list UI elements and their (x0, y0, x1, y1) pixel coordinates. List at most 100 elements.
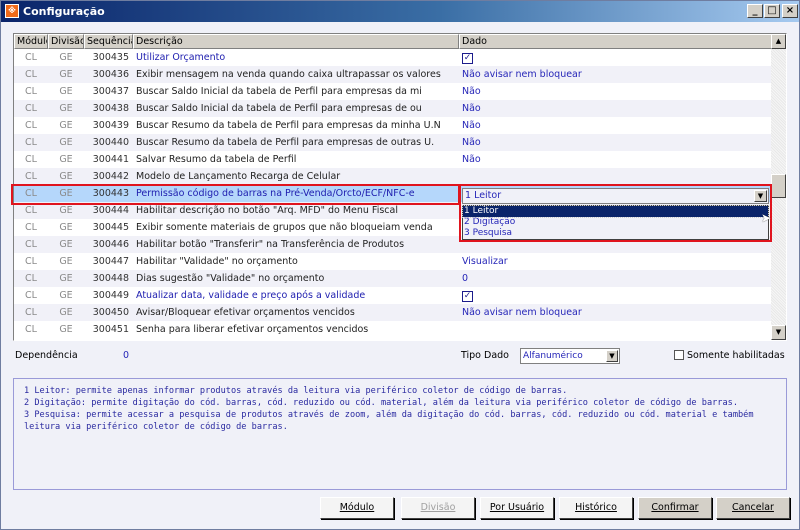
dado-cell: Não avisar nem bloquear (462, 69, 582, 80)
tipo-dado-select[interactable]: Alfanumérico ▼ (520, 348, 620, 364)
description-memo[interactable]: 1 Leitor: permite apenas informar produt… (13, 378, 787, 490)
scroll-thumb[interactable] (771, 174, 786, 198)
table-row[interactable]: CL GE 300449 Atualizar data, validade e pre… (14, 287, 772, 304)
sequencia-cell: 300435 (92, 52, 129, 63)
dado-cell: Não (462, 103, 481, 114)
table-row[interactable]: CL GE 300437 Buscar Saldo Inicial da tabela… (14, 83, 772, 100)
dado-cell: 0 (462, 273, 469, 284)
divisao-cell: GE (59, 171, 73, 182)
configuracao-window: ※ Configuração _ □ × Módulo Divisão Sequ… (0, 0, 800, 530)
descricao-cell: Buscar Saldo Inicial da tabela de Perfil… (136, 103, 422, 114)
table-row[interactable]: CL GE 300448 Dias sugestão "Validade" no or… (14, 270, 772, 287)
modulo-cell: CL (25, 307, 37, 318)
sequencia-cell: 300437 (92, 86, 129, 97)
divisao-cell: GE (59, 137, 73, 148)
modulo-cell: CL (25, 52, 37, 63)
mouse-cursor-icon: ➤ (761, 211, 772, 225)
divisao-cell: GE (59, 256, 73, 267)
table-row[interactable]: CL GE 300441 Salvar Resumo da tabela de Per… (14, 151, 772, 168)
dado-cell: Não (462, 86, 481, 97)
historico-button[interactable]: Histórico (559, 497, 633, 519)
sequencia-cell: 300438 (92, 103, 129, 114)
col-header-dado[interactable]: Dado (459, 34, 772, 49)
tipo-dado-value: Alfanumérico (523, 351, 583, 361)
modulo-cell: CL (25, 273, 37, 284)
col-header-divisao[interactable]: Divisão (48, 34, 84, 49)
minimize-button[interactable]: _ (747, 4, 763, 18)
app-icon: ※ (5, 4, 19, 18)
divisao-cell: GE (59, 290, 73, 301)
dado-cell: ✓ (459, 290, 772, 302)
col-header-descricao[interactable]: Descrição (133, 34, 459, 49)
modulo-button[interactable]: Módulo (320, 497, 394, 519)
sequencia-cell: 300439 (92, 120, 129, 131)
descricao-cell: Atualizar data, validade e preço após a … (136, 290, 366, 301)
modulo-cell: CL (25, 290, 37, 301)
descricao-cell: Exibir mensagem na venda quando caixa ul… (136, 69, 441, 80)
divisao-cell: GE (59, 86, 73, 97)
divisao-cell: GE (59, 69, 73, 80)
close-button[interactable]: × (782, 4, 798, 18)
somente-habilitadas-label: Somente habilitadas (687, 350, 785, 361)
confirmar-button[interactable]: Confirmar (638, 497, 712, 519)
dado-cell: ✓ (459, 52, 772, 64)
divisao-cell: GE (59, 120, 73, 131)
modulo-cell: CL (25, 103, 37, 114)
dependencia-value: 0 (123, 350, 130, 361)
descricao-cell: Dias sugestão "Validade" no orçamento (136, 273, 325, 284)
maximize-button[interactable]: □ (764, 4, 780, 18)
chevron-down-icon[interactable]: ▼ (606, 350, 618, 362)
table-row[interactable]: CL GE 300442 Modelo de Lançamento Recarga d… (14, 168, 772, 185)
descricao-cell: Exibir somente materiais de grupos que n… (136, 222, 433, 233)
descricao-cell: Habilitar botão "Transferir" na Transfer… (136, 239, 405, 250)
descricao-cell: Buscar Resumo da tabela de Perfil para e… (136, 137, 435, 148)
divisao-button[interactable]: Divisão (401, 497, 475, 519)
memo-line: 3 Pesquisa: permite acessar a pesquisa d… (24, 410, 759, 432)
descricao-cell: Buscar Saldo Inicial da tabela de Perfil… (136, 86, 422, 97)
dado-cell: Não (462, 154, 481, 165)
descricao-cell: Modelo de Lançamento Recarga de Celular (136, 171, 341, 182)
table-row[interactable]: CL GE 300447 Habilitar "Validade" no orçame… (14, 253, 772, 270)
sequencia-cell: 300451 (92, 324, 129, 335)
dependencia-label: Dependência (15, 350, 78, 361)
scroll-down-icon[interactable]: ▼ (771, 325, 786, 340)
col-header-modulo[interactable]: Módulo (14, 34, 48, 49)
cancelar-button[interactable]: Cancelar (716, 497, 790, 519)
checkbox-checked-icon[interactable]: ✓ (462, 52, 473, 64)
modulo-cell: CL (25, 137, 37, 148)
dado-cell: Não (462, 137, 481, 148)
scroll-up-icon[interactable]: ▲ (771, 34, 786, 49)
divisao-cell: GE (59, 103, 73, 114)
modulo-cell: CL (25, 120, 37, 131)
divisao-cell: GE (59, 222, 73, 233)
descricao-cell: Buscar Resumo da tabela de Perfil para e… (136, 120, 441, 131)
divisao-cell: GE (59, 239, 73, 250)
table-row[interactable]: CL GE 300451 Senha para liberar efetivar or… (14, 321, 772, 338)
somente-habilitadas-checkbox[interactable] (674, 350, 684, 360)
por-usuario-button[interactable]: Por Usuário (480, 497, 554, 519)
table-row[interactable]: CL GE 300440 Buscar Resumo da tabela de Per… (14, 134, 772, 151)
descricao-cell: Senha para liberar efetivar orçamentos v… (136, 324, 369, 335)
descricao-cell: Utilizar Orçamento (136, 52, 226, 63)
col-header-sequencia[interactable]: Sequência (84, 34, 133, 49)
modulo-cell: CL (25, 205, 37, 216)
dado-cell: Não avisar nem bloquear (462, 307, 582, 318)
divisao-cell: GE (59, 273, 73, 284)
sequencia-cell: 300446 (92, 239, 129, 250)
tipo-dado-label: Tipo Dado (461, 350, 509, 361)
checkbox-checked-icon[interactable]: ✓ (462, 290, 473, 302)
table-row[interactable]: CL GE 300439 Buscar Resumo da tabela de Per… (14, 117, 772, 134)
divisao-cell: GE (59, 307, 73, 318)
divisao-cell: GE (59, 52, 73, 63)
table-row[interactable]: CL GE 300450 Avisar/Bloquear efetivar orçam… (14, 304, 772, 321)
vertical-scrollbar[interactable]: ▲ ▼ (771, 34, 786, 340)
divisao-cell: GE (59, 205, 73, 216)
table-row[interactable]: CL GE 300438 Buscar Saldo Inicial da tabela… (14, 100, 772, 117)
table-row[interactable]: CL GE 300436 Exibir mensagem na venda quand… (14, 66, 772, 83)
table-row[interactable]: CL GE 300435 Utilizar Orçamento ✓ (14, 49, 772, 66)
highlight-row-box (11, 184, 460, 205)
dado-cell: Não (462, 120, 481, 131)
sequencia-cell: 300444 (92, 205, 129, 216)
modulo-cell: CL (25, 171, 37, 182)
descricao-cell: Salvar Resumo da tabela de Perfil (136, 154, 297, 165)
